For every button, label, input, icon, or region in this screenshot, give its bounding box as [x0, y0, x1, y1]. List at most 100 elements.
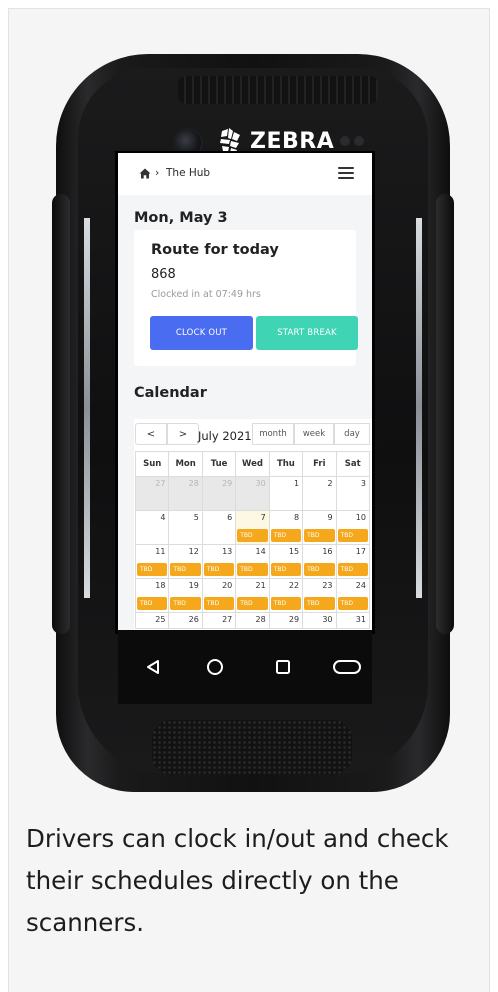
light-sensor [354, 136, 364, 146]
calendar-day-cell[interactable]: 22 TBD [269, 579, 304, 613]
calendar-day-cell[interactable]: 16 TBD [303, 545, 337, 579]
calendar-day-cell[interactable]: 19 TBD [169, 579, 203, 613]
calendar-event[interactable]: TBD [304, 563, 335, 576]
calendar-day-cell[interactable]: 10 TBD [336, 511, 370, 545]
day-number: 29 [222, 479, 233, 488]
back-triangle-icon[interactable] [142, 656, 164, 678]
pill-icon[interactable] [332, 656, 362, 678]
calendar-prev-button[interactable]: < [135, 423, 167, 445]
calendar-event[interactable]: TBD [337, 563, 368, 576]
calendar-event[interactable]: TBD [304, 597, 335, 610]
calendar-day-cell[interactable]: 27 [202, 613, 237, 629]
calendar-day-cell[interactable]: 8 TBD [269, 511, 304, 545]
app-screen: › The Hub Mon, May 3 Route for today 868… [118, 153, 372, 630]
home-icon[interactable] [139, 168, 151, 179]
day-number: 29 [288, 615, 300, 624]
day-number: 13 [222, 547, 233, 556]
calendar-day-cell[interactable]: 13 TBD [202, 545, 237, 579]
calendar-day-cell[interactable]: 7 TBD [236, 511, 270, 545]
calendar-event[interactable]: TBD [237, 563, 268, 576]
calendar-day-cell[interactable]: 4 [136, 511, 170, 545]
calendar-event[interactable]: TBD [270, 597, 302, 610]
day-number: 25 [155, 615, 166, 624]
calendar-month-label: July 2021 [198, 429, 252, 443]
calendar-next-button[interactable]: > [167, 423, 199, 445]
calendar-day-cell[interactable]: 17 TBD [336, 545, 370, 579]
calendar-day-cell[interactable]: 21 TBD [236, 579, 270, 613]
calendar-day-cell[interactable]: 28 [236, 613, 270, 629]
calendar-day-cell[interactable]: 3 [336, 477, 370, 511]
day-number: 8 [294, 513, 300, 522]
calendar-event[interactable]: TBD [304, 529, 335, 542]
calendar-day-cell[interactable]: 12 TBD [169, 545, 203, 579]
day-number: 26 [188, 615, 199, 624]
calendar-day-cell[interactable]: 30 [303, 613, 337, 629]
view-month-button[interactable]: month [252, 423, 294, 445]
day-number: 19 [188, 581, 199, 590]
day-number: 16 [322, 547, 333, 556]
route-card: Route for today 868 Clocked in at 07:49 … [134, 230, 358, 366]
breadcrumb-current[interactable]: The Hub [166, 167, 210, 179]
start-break-button[interactable]: START BREAK [256, 316, 358, 350]
calendar-day-cell[interactable]: 29 [202, 477, 237, 511]
calendar-grid: Sun Mon Tue Wed Thu Fri Sat 27 28 29 30 1 2 3 4… [135, 451, 370, 629]
calendar-day-cell[interactable]: 5 [169, 511, 203, 545]
weekday-label: Sat [344, 459, 361, 469]
calendar-day-cell[interactable]: 9 TBD [303, 511, 337, 545]
calendar-day-cell[interactable]: 27 [136, 477, 170, 511]
view-day-button[interactable]: day [334, 423, 370, 445]
calendar-day-cell[interactable]: 28 [169, 477, 203, 511]
calendar-event[interactable]: TBD [203, 597, 235, 610]
calendar-day-cell[interactable]: 25 [136, 613, 170, 629]
square-recent-apps-icon[interactable] [272, 656, 294, 678]
calendar-day-cell[interactable]: 6 [202, 511, 237, 545]
android-nav-bar [118, 630, 372, 704]
route-title: Route for today [151, 242, 279, 258]
calendar-day-cell[interactable]: 11 TBD [136, 545, 170, 579]
calendar-day-cell[interactable]: 15 TBD [269, 545, 304, 579]
calendar-day-cell[interactable]: 2 [303, 477, 337, 511]
weekday-label: Sun [136, 452, 170, 476]
calendar-day-cell[interactable]: 26 [169, 613, 203, 629]
calendar-day-cell[interactable]: 23 TBD [303, 579, 337, 613]
calendar-day-cell[interactable]: 30 [236, 477, 270, 511]
calendar-event[interactable]: TBD [170, 563, 201, 576]
day-number: 1 [294, 479, 300, 488]
day-number: 10 [355, 513, 366, 522]
calendar-heading: Calendar [134, 385, 207, 401]
weekday-label: Mon [169, 452, 203, 476]
clock-in-status: Clocked in at 07:49 hrs [151, 289, 261, 300]
calendar-day-cell[interactable]: 1 [269, 477, 304, 511]
chevron-right-icon: › [155, 166, 160, 179]
calendar-event[interactable]: TBD [270, 563, 302, 576]
calendar-day-cell[interactable]: 24 TBD [336, 579, 370, 613]
calendar-event[interactable]: TBD [337, 597, 368, 610]
calendar-day-cell[interactable]: 31 [336, 613, 370, 629]
calendar-day-cell[interactable]: 29 [269, 613, 304, 629]
day-number: 30 [255, 479, 266, 488]
day-number: 9 [327, 513, 333, 522]
calendar-event[interactable]: TBD [203, 563, 235, 576]
weekday-label: Fri [303, 452, 337, 476]
calendar-event[interactable]: TBD [137, 597, 168, 610]
calendar-week-row: 4 5 6 7 TBD 8 TBD 9 TBD 10 TBD [135, 511, 370, 545]
caption-text: Drivers can clock in/out and check their… [26, 824, 449, 937]
day-number: 30 [322, 615, 333, 624]
view-week-button[interactable]: week [294, 423, 334, 445]
circle-home-icon[interactable] [204, 656, 226, 678]
calendar-event[interactable]: TBD [337, 529, 368, 542]
calendar-event[interactable]: TBD [237, 597, 268, 610]
calendar-event[interactable]: TBD [137, 563, 168, 576]
hamburger-menu-icon[interactable] [338, 167, 354, 179]
calendar-event[interactable]: TBD [270, 529, 302, 542]
day-number: 14 [255, 547, 266, 556]
calendar-day-cell[interactable]: 14 TBD [236, 545, 270, 579]
calendar-body: 27 28 29 30 1 2 3 4 5 6 7 TBD 8 TBD 9 TBD 10 TBD 11 TBD 12 TB… [135, 477, 370, 629]
calendar-day-cell[interactable]: 20 TBD [202, 579, 237, 613]
calendar-event[interactable]: TBD [237, 529, 268, 542]
day-number: 31 [355, 615, 366, 624]
right-chrome-trim [416, 218, 422, 598]
calendar-day-cell[interactable]: 18 TBD [136, 579, 170, 613]
calendar-event[interactable]: TBD [170, 597, 201, 610]
clock-out-button[interactable]: CLOCK OUT [150, 316, 253, 350]
